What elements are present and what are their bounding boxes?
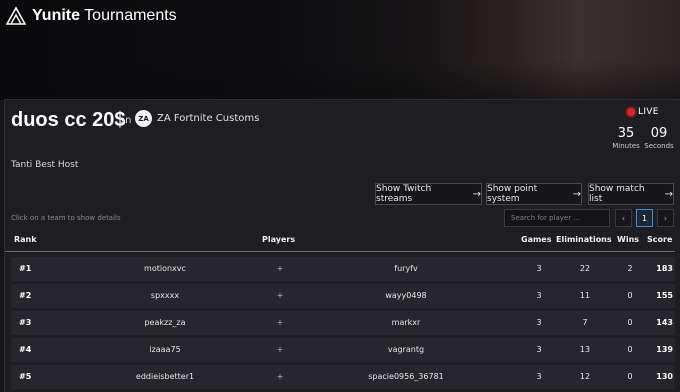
tournament-title: duos cc 20$ [11,109,126,131]
rank-cell: #3 [19,318,32,327]
wins-cell: 0 [627,372,633,381]
wins-cell: 2 [627,264,633,273]
games-cell: 3 [536,264,542,273]
table-row[interactable]: #5 eddieisbetter1 + spacie0956_36781 3 1… [11,365,675,389]
plus-icon: + [276,345,284,354]
prev-page-button[interactable]: ‹ [615,209,632,227]
games-cell: 3 [536,291,542,300]
player-2-cell: markxr [391,318,421,327]
eliminations-cell: 13 [579,345,591,354]
organizer[interactable]: ZA ZA Fortnite Customs [135,110,259,127]
player-1-cell: izaaa75 [149,345,181,354]
score-cell: 130 [656,372,673,381]
organizer-name: ZA Fortnite Customs [157,113,260,124]
player-1-cell: eddieisbetter1 [135,372,195,381]
twitch-button-label: Show Twitch streams [376,184,432,204]
col-players[interactable]: Players [262,235,295,244]
games-cell: 3 [536,345,542,354]
plus-icon: + [276,318,284,327]
col-rank[interactable]: Rank [14,235,37,244]
live-indicator: LIVE [627,107,659,117]
col-wins[interactable]: Wins [617,235,639,244]
player-1-cell: motionxvc [144,264,186,273]
wins-cell: 0 [627,345,633,354]
player-2-cell: spacie0956_36781 [368,372,444,381]
score-cell: 139 [656,345,673,354]
wins-cell: 0 [627,291,633,300]
plus-icon: + [276,264,284,273]
table-row[interactable]: #2 spxxxx + wayy0498 3 11 0 155 [11,284,675,308]
table-row[interactable]: #1 motionxvc + furyfv 3 22 2 183 [11,257,675,281]
eliminations-cell: 11 [579,291,591,300]
table-hint: Click on a team to show details [11,214,121,222]
match-button-label: Show match list [589,184,645,204]
eliminations-cell: 12 [579,372,591,381]
host-name: Tanti Best Host [11,160,79,170]
rank-cell: #2 [19,291,32,300]
seconds-label: Seconds [644,142,674,150]
brand[interactable]: Yunite Tournaments [6,6,177,26]
point-button-label: Show point system [487,184,538,204]
col-score[interactable]: Score [647,235,672,244]
score-cell: 183 [656,264,673,273]
plus-icon: + [276,291,284,300]
minutes-label: Minutes [612,142,640,150]
rank-cell: #1 [19,264,32,273]
score-cell: 155 [656,291,673,300]
games-cell: 3 [536,318,542,327]
tournament-panel: duos cc 20$ on ZA ZA Fortnite Customs LI… [4,99,680,392]
next-page-button[interactable]: › [657,209,674,227]
show-twitch-streams-button[interactable]: Show Twitch streams → [375,183,482,205]
score-cell: 143 [656,318,673,327]
player-1-cell: spxxxx [150,291,180,300]
countdown-seconds: 09 Seconds [644,126,674,151]
games-cell: 3 [536,372,542,381]
show-point-system-button[interactable]: Show point system → [486,183,582,205]
table-row[interactable]: #4 izaaa75 + vagrantg 3 13 0 139 [11,338,675,362]
plus-icon: + [276,372,284,381]
player-2-cell: vagrantg [387,345,425,354]
page-1-button[interactable]: 1 [636,209,653,227]
col-games[interactable]: Games [521,235,552,244]
arrow-right-icon: → [572,188,581,200]
table-row[interactable]: #3 peakzz_za + markxr 3 7 0 143 [11,311,675,335]
live-dot-icon [627,108,635,116]
arrow-right-icon: → [664,188,673,200]
eliminations-cell: 22 [579,264,591,273]
player-search-input[interactable] [504,209,610,227]
player-1-cell: peakzz_za [144,318,186,327]
brand-name: Yunite Tournaments [32,7,177,24]
rank-cell: #5 [19,372,32,381]
countdown-minutes: 35 Minutes [611,126,641,151]
hero-banner: Yunite Tournaments [0,0,680,100]
arrow-right-icon: → [472,188,481,200]
seconds-value: 09 [650,126,668,141]
yunite-logo-icon [6,6,26,25]
leaderboard-header: Rank Players Games Eliminations Wins Sco… [5,230,675,252]
minutes-value: 35 [617,126,635,141]
organizer-logo-icon: ZA [135,110,152,127]
live-label: LIVE [638,107,659,117]
player-2-cell: furyfv [394,264,418,273]
wins-cell: 0 [627,318,633,327]
rank-cell: #4 [19,345,32,354]
on-label: on [119,115,132,126]
eliminations-cell: 7 [582,318,588,327]
player-2-cell: wayy0498 [385,291,427,300]
show-match-list-button[interactable]: Show match list → [588,183,674,205]
col-eliminations[interactable]: Eliminations [556,235,612,244]
